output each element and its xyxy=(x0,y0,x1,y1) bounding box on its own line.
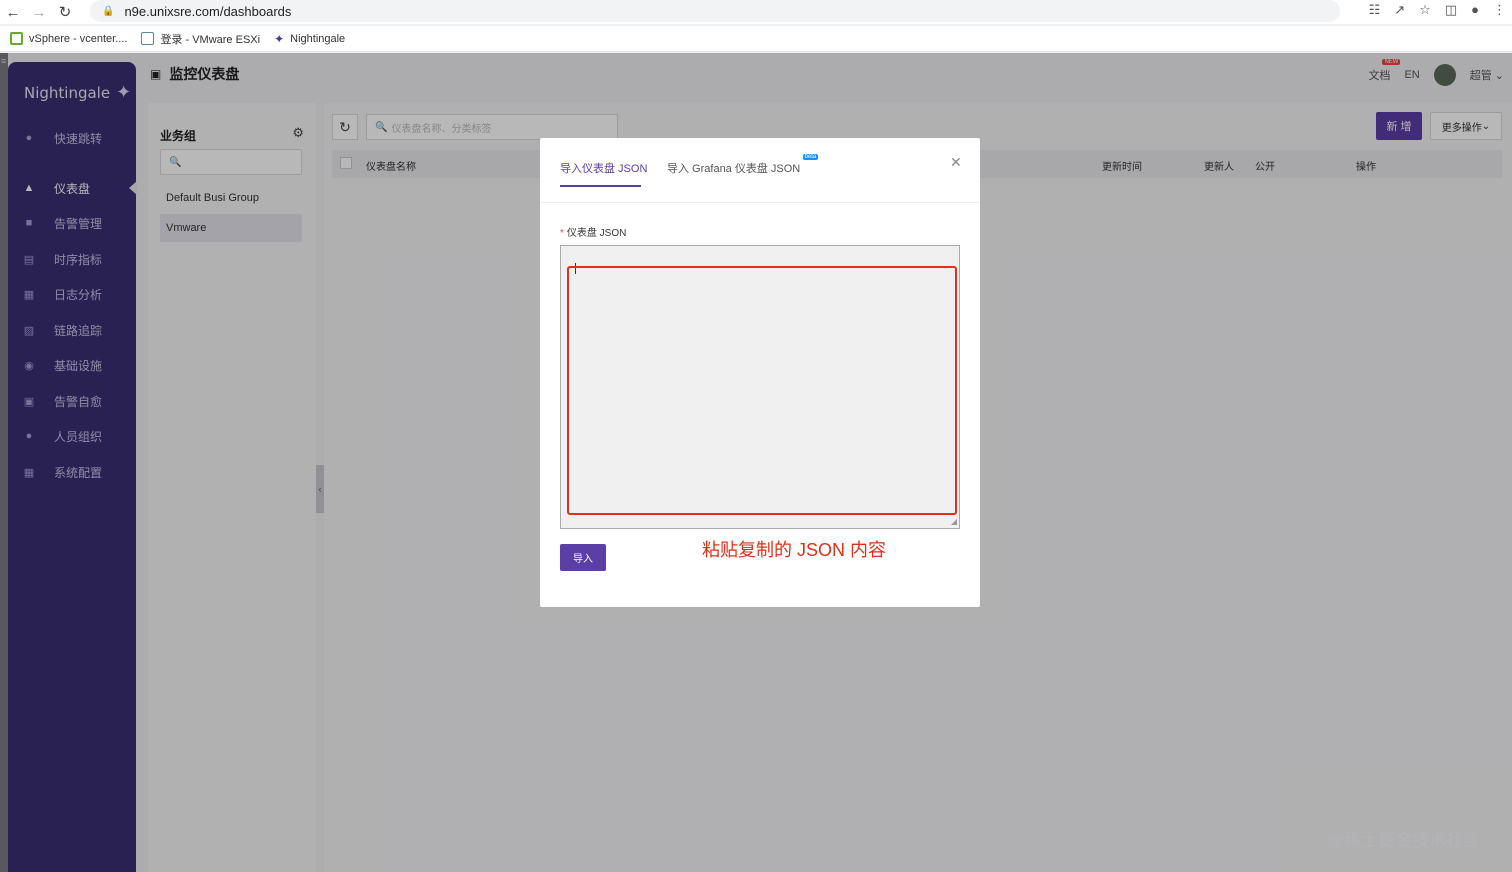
bookmark-esxi[interactable]: 登录 - VMware ESXi xyxy=(141,31,260,47)
profile-icon[interactable]: ● xyxy=(1471,2,1479,18)
tab-import-grafana[interactable]: 导入 Grafana 仪表盘 JSON beta xyxy=(667,154,819,176)
lock-icon: 🔒 xyxy=(102,5,115,17)
reload-icon[interactable]: ↻ xyxy=(52,0,78,24)
watermark: @稀土掘金技术社区 xyxy=(1327,831,1481,850)
required-mark: * xyxy=(560,228,564,239)
active-tab-indicator xyxy=(560,185,641,187)
sidepanel-icon[interactable]: ◫ xyxy=(1445,2,1457,18)
star-icon[interactable]: ☆ xyxy=(1419,2,1431,18)
tab-import-json[interactable]: 导入仪表盘 JSON xyxy=(560,160,647,176)
import-dashboard-modal: 导入仪表盘 JSON 导入 Grafana 仪表盘 JSON beta ✕ * 仪… xyxy=(540,138,980,607)
url-text: n9e.unixsre.com/dashboards xyxy=(124,3,292,19)
bookmark-vsphere[interactable]: vSphere - vcenter.... xyxy=(10,32,127,45)
share-icon[interactable]: ↗ xyxy=(1394,2,1405,18)
back-icon[interactable]: ← xyxy=(0,0,26,24)
import-button[interactable]: 导入 xyxy=(560,544,606,571)
json-textarea[interactable] xyxy=(561,246,959,528)
tab-divider xyxy=(540,202,980,203)
browser-address-bar: ← → ↻ 🔒 n9e.unixsre.com/dashboards ☷ ↗ ☆… xyxy=(0,0,1512,24)
translate-icon[interactable]: ☷ xyxy=(1369,2,1381,18)
annotation-text: 粘贴复制的 JSON 内容 xyxy=(702,540,887,560)
forward-icon[interactable]: → xyxy=(26,0,52,24)
json-textarea-wrapper: ◢ xyxy=(560,245,960,529)
url-field[interactable]: 🔒 n9e.unixsre.com/dashboards xyxy=(90,0,1340,22)
beta-badge: beta xyxy=(802,154,819,160)
text-cursor xyxy=(575,263,576,274)
menu-dots-icon[interactable]: ⋮ xyxy=(1493,2,1506,18)
esxi-icon xyxy=(141,32,155,45)
vsphere-icon xyxy=(10,32,23,45)
nightingale-bird-icon: ✦ xyxy=(274,31,285,46)
bookmark-nightingale[interactable]: ✦ Nightingale xyxy=(274,32,345,46)
bookmarks-bar: vSphere - vcenter.... 登录 - VMware ESXi ✦… xyxy=(0,26,1512,52)
close-icon[interactable]: ✕ xyxy=(950,154,962,171)
browser-actions: ☷ ↗ ☆ ◫ ● ⋮ xyxy=(1369,2,1506,18)
json-field-label: * 仪表盘 JSON xyxy=(560,228,627,239)
resize-grip-icon[interactable]: ◢ xyxy=(951,517,957,526)
